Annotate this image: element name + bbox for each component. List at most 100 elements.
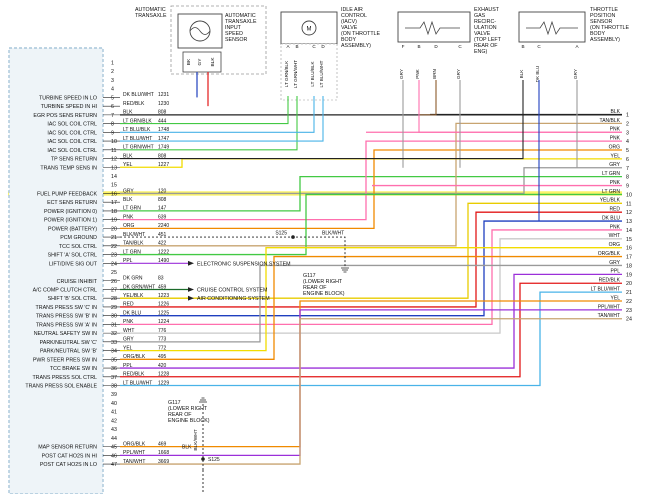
- right-pin-number: 8: [626, 175, 629, 181]
- pin-number: 9: [111, 130, 114, 136]
- right-pin-number: 24: [626, 317, 632, 323]
- pin-label: TRANS TEMP SENS IN: [40, 165, 97, 171]
- pin-number: 24: [111, 261, 117, 267]
- splice-dot: [291, 235, 295, 239]
- pin-number: 12: [111, 157, 117, 163]
- pin-label: TRANS PRESS SOL CTRL: [32, 375, 97, 381]
- pin-label: PWR STEER PRES SW IN: [33, 357, 97, 363]
- circuit-number: 808: [158, 197, 167, 203]
- pin-label: SHIFT 'B' SOL CTRL: [48, 296, 97, 302]
- right-pin-number: 13: [626, 219, 632, 225]
- pin-label: TP SENS RETURN: [51, 157, 97, 163]
- wire: [120, 273, 622, 369]
- pin-letter: C: [458, 44, 462, 49]
- pin-label: TRANS PRESS SW 'B' IN: [36, 314, 97, 320]
- system-label: AIR CONDITIONING SYSTEM: [197, 296, 270, 302]
- pin-letter: B: [521, 44, 524, 49]
- arrow-icon: [188, 287, 194, 292]
- wiring-diagram-canvas: 12345TURBINE SPEED IN LODK BLU/WHT 12316T…: [8, 5, 632, 494]
- pin-label: ECT SENS RETURN: [47, 200, 97, 206]
- ground-label: ENGINE BLOCK): [303, 291, 345, 297]
- pin-number: 40: [111, 401, 117, 407]
- pin-label: TRANS PRESS SOL ENABLE: [25, 384, 97, 390]
- pin-number: 43: [111, 427, 117, 433]
- connector-pin-label: BK: [186, 58, 192, 65]
- pin-label: CRUISE INHIBIT: [57, 279, 98, 285]
- iac-valve-label: ASSEMBLY): [341, 43, 371, 49]
- wire: [120, 291, 622, 387]
- pin-number: 20: [111, 226, 117, 232]
- wire: [120, 149, 622, 230]
- circuit-number: 1230: [158, 101, 169, 107]
- splice-wire-label: BLK/WHT: [322, 231, 344, 237]
- pin-label: TCC BRAKE SW IN: [50, 366, 97, 372]
- connector-pin-label: LT GRN/WHT: [293, 60, 298, 88]
- pin-label: PARK/NEUTRAL SW 'B': [40, 349, 97, 355]
- pin-number: 46: [111, 453, 117, 459]
- pin-number: 44: [111, 436, 117, 442]
- pin-label: POWER (BATTERY): [48, 226, 97, 232]
- connector-pin-label: GRY: [399, 69, 404, 79]
- connector-pin-label: GRY: [573, 69, 578, 79]
- circuit-number: 1231: [158, 92, 169, 98]
- pin-number: 17: [111, 200, 117, 206]
- pin-label: SHIFT 'A' SOL CTRL: [48, 253, 97, 259]
- wire-label: DK BLU/WHT: [123, 92, 154, 98]
- pin-number: 10: [111, 139, 117, 145]
- pin-letter: B: [295, 44, 298, 49]
- pin-label: IAC SOL COIL CTRL: [47, 122, 97, 128]
- connector-pin-label: GRY: [456, 69, 461, 79]
- wire: [120, 282, 622, 378]
- right-pin-number: 17: [626, 255, 632, 261]
- ground-icon: [341, 267, 349, 273]
- pin-label: TRANS PRESS SW 'A' IN: [36, 322, 97, 328]
- wire: [120, 255, 622, 360]
- right-pin-number: 15: [626, 237, 632, 243]
- pin-number: 27: [111, 287, 117, 293]
- system-label: ELECTRONIC SUSPENSION SYSTEM: [197, 261, 291, 267]
- connector-pin-label: BLK: [210, 57, 216, 67]
- pin-number: 34: [111, 349, 117, 355]
- pin-label: POWER (IGNITION 1): [44, 218, 97, 224]
- right-pin-number: 5: [626, 148, 629, 154]
- right-pin-number: 6: [626, 157, 629, 163]
- pin-label: NEUTRAL SAFETY SW IN: [34, 331, 97, 337]
- pin-number: 11: [111, 148, 117, 154]
- pin-number: 15: [111, 183, 117, 189]
- pin-label: LIFT/DIVE SIG OUT: [49, 261, 98, 267]
- pin-number: 18: [111, 209, 117, 215]
- circuit-number: 83: [158, 276, 164, 282]
- right-pin-number: 19: [626, 272, 632, 278]
- wire: [120, 167, 622, 195]
- pin-number: 5: [111, 95, 114, 101]
- iac-connector: [280, 43, 338, 101]
- pin-number: 28: [111, 296, 117, 302]
- pin-label: IAC SOL COIL CTRL: [47, 130, 97, 136]
- pin-number: 35: [111, 357, 117, 363]
- wire-label: BLK: [123, 197, 133, 203]
- pin-number: 38: [111, 384, 117, 390]
- pin-letter: F: [402, 44, 405, 49]
- right-pin-number: 10: [626, 192, 632, 198]
- tps-label: ASSEMBLY): [590, 37, 620, 43]
- pin-number: 2: [111, 69, 114, 75]
- connector-pin-label: PNK: [415, 68, 420, 78]
- pin-label: POST CAT HO2S IN LO: [40, 462, 97, 468]
- pin-label: IAC SOL COIL CTRL: [47, 148, 97, 154]
- pin-number: 29: [111, 305, 117, 311]
- pin-number: 45: [111, 445, 117, 451]
- wire: [120, 264, 622, 343]
- pin-number: 3: [111, 78, 114, 84]
- pin-number: 14: [111, 174, 117, 180]
- tps-box: [518, 11, 586, 43]
- wire: [418, 80, 622, 133]
- pin-label: POWER (IGNITION 0): [44, 209, 97, 215]
- right-pin-number: 1: [626, 113, 629, 119]
- connector-pin-label: LT GRN/BLK: [284, 60, 289, 87]
- pin-number: 1: [111, 61, 114, 67]
- right-pin-number: 14: [626, 228, 632, 234]
- right-pin-number: 20: [626, 281, 632, 287]
- right-pin-number: 4: [626, 139, 629, 145]
- connector-pin-label: LT BLU/WHT: [319, 60, 324, 87]
- pin-label: A/C COMP CLUTCH CTRL: [33, 287, 97, 293]
